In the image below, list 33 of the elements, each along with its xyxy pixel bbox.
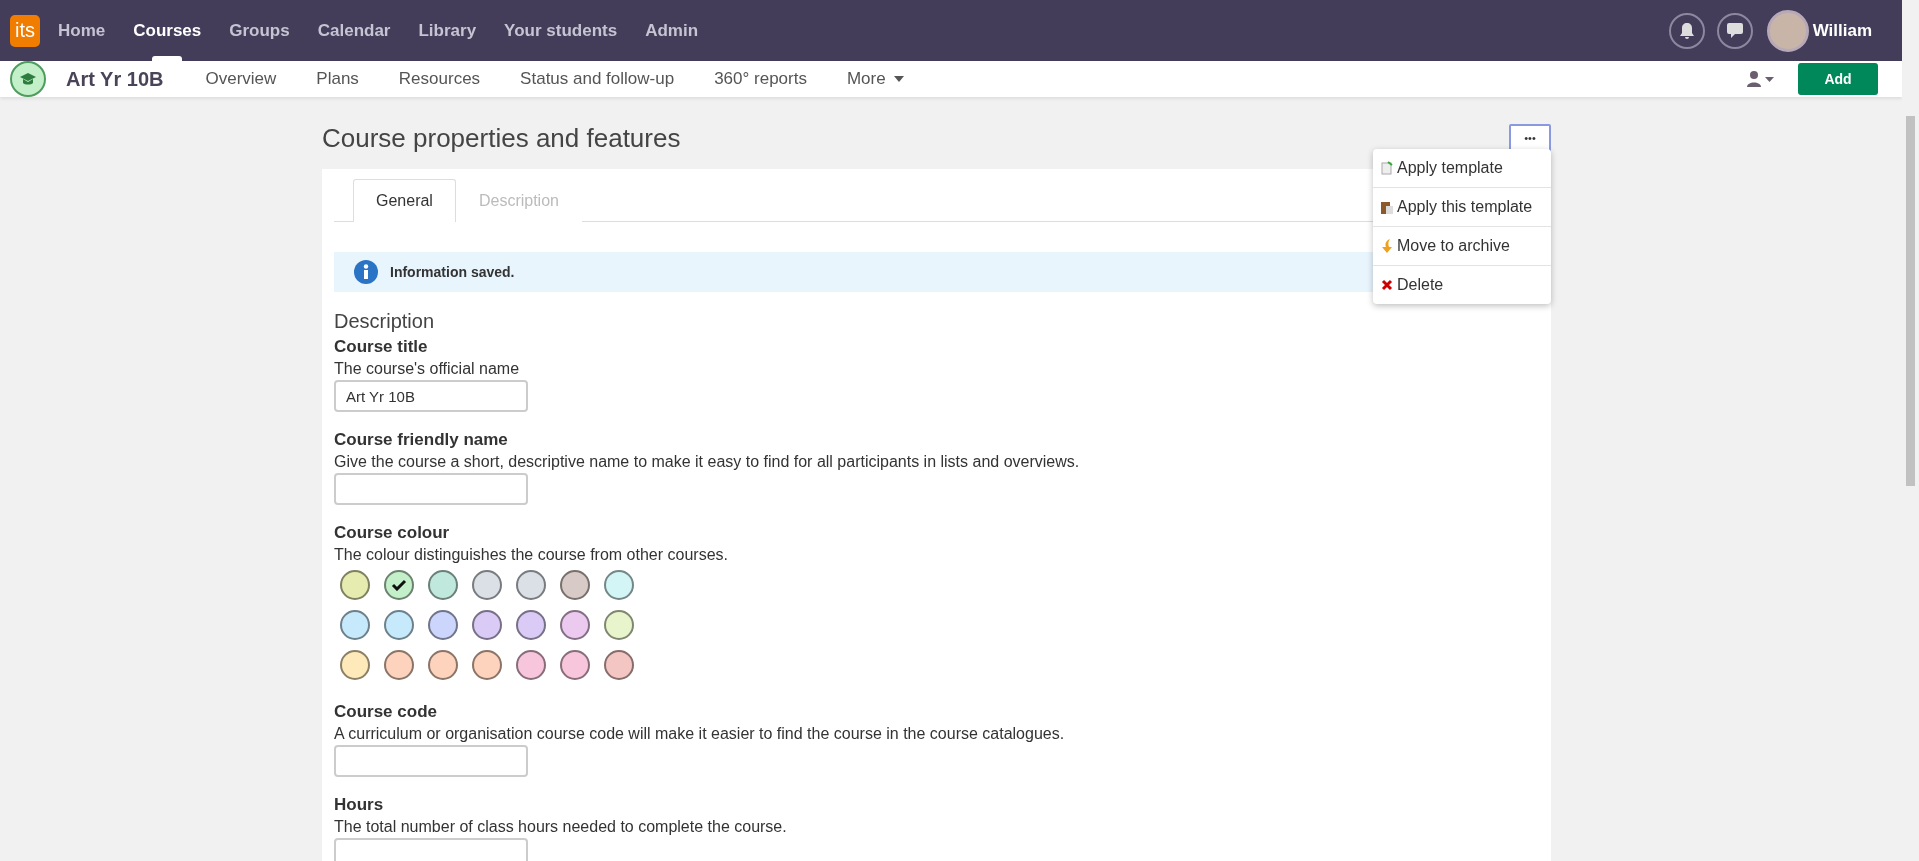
page-title: Course properties and features xyxy=(322,122,681,154)
tab[interactable]: General xyxy=(353,179,456,222)
info-message: Information saved. xyxy=(390,264,515,280)
field-label: Course colour xyxy=(334,523,451,543)
nav-link[interactable]: Admin xyxy=(645,0,699,61)
nav-link[interactable]: Home xyxy=(58,0,106,61)
nav-link[interactable]: Your students xyxy=(504,0,618,61)
menu-item[interactable]: Apply template xyxy=(1373,149,1551,187)
field-help-text: The colour distinguishes the course from other courses. xyxy=(334,546,729,564)
section-heading: Description xyxy=(334,310,436,333)
field-help-text: A curriculum or organisation course code will make it easier to find the course in the course catalogues. xyxy=(334,725,1066,743)
field-help-text: The total number of class hours needed to complete the course. xyxy=(334,818,788,836)
course-nav-link[interactable]: Resources xyxy=(398,69,481,89)
course-nav-link[interactable]: Status and follow-up xyxy=(520,69,675,89)
course-title: Art Yr 10B xyxy=(66,67,164,91)
user-name[interactable]: William xyxy=(1812,20,1872,41)
course-nav-link[interactable]: Plans xyxy=(316,69,359,89)
nav-link[interactable]: Groups xyxy=(229,0,290,61)
field-help-text: The course's official name xyxy=(334,360,521,378)
field-label: Course friendly name xyxy=(334,430,509,450)
nav-link[interactable]: Library xyxy=(418,0,477,61)
field-help-text: Give the course a short, descriptive name to make it easy to find for all participants in lists and overviews. xyxy=(334,453,1081,471)
more-options-button[interactable]: ••• xyxy=(1509,124,1551,152)
field-label: Course title xyxy=(334,337,429,357)
nav-link[interactable]: Courses xyxy=(133,0,202,61)
text-input-field[interactable]: Art Yr 10B xyxy=(334,380,528,412)
course-nav-link[interactable]: Overview xyxy=(205,69,277,89)
add-button[interactable]: Add xyxy=(1798,63,1878,95)
field-label: Hours xyxy=(334,795,385,815)
field-label: Course code xyxy=(334,702,438,722)
course-nav-link[interactable]: 360° reports xyxy=(714,69,807,89)
nav-link[interactable]: Calendar xyxy=(317,0,391,61)
course-nav-link[interactable]: More xyxy=(846,69,904,89)
